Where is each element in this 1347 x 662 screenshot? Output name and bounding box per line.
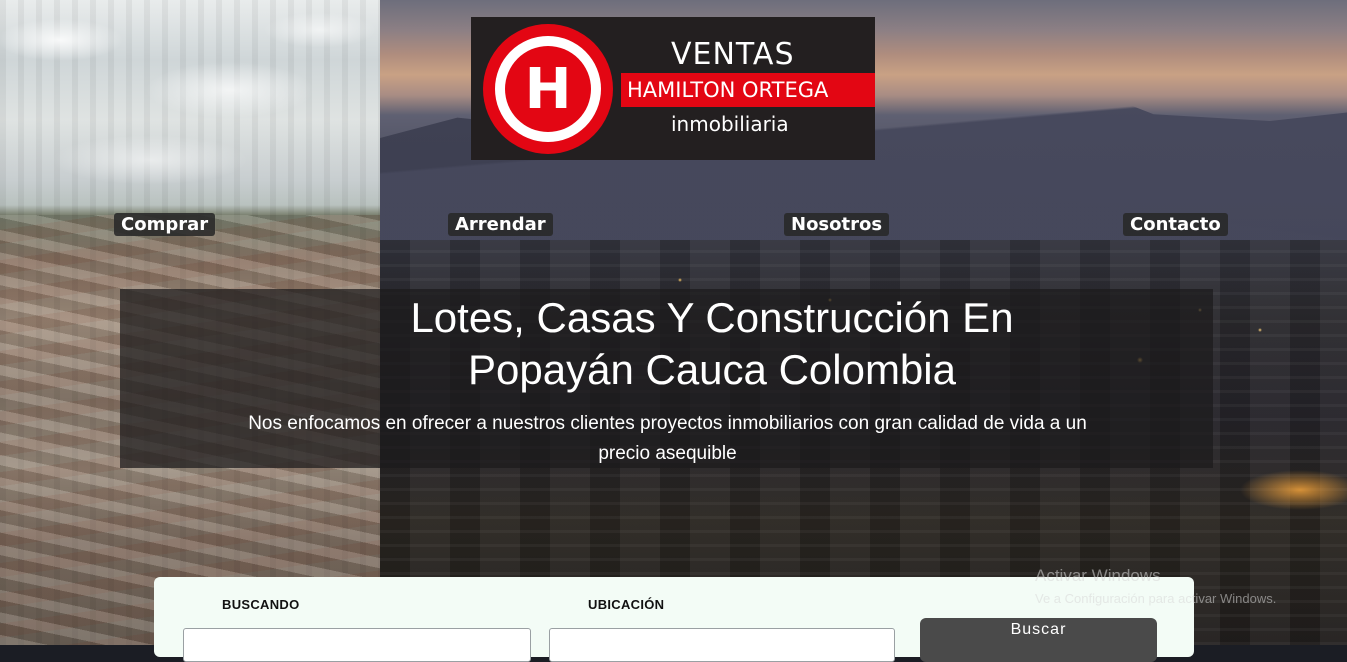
logo[interactable]: H VENTAS HAMILTON ORTEGA inmobiliaria <box>471 17 875 160</box>
search-panel: BUSCANDO UBICACIÓN Buscar <box>154 577 1194 662</box>
hero-subtitle: Nos enfocamos en ofrecer a nuestros clie… <box>248 413 1087 464</box>
hero-banner: Lotes, Casas Y Construcción En Popayán C… <box>120 289 1213 468</box>
hero-title: Lotes, Casas Y Construcción En Popayán C… <box>120 292 1213 396</box>
nav-nosotros[interactable]: Nosotros <box>784 213 890 236</box>
buscando-input[interactable] <box>183 628 531 662</box>
windows-activation-subtitle: Ve a Configuración para activar Windows. <box>1035 591 1277 606</box>
ubicacion-label: UBICACIÓN <box>588 597 665 612</box>
hero-title-line2: Popayán Cauca Colombia <box>468 346 956 393</box>
logo-emblem: H <box>483 24 613 154</box>
nav-comprar[interactable]: Comprar <box>114 213 216 236</box>
ubicacion-input[interactable] <box>549 628 895 662</box>
hero-title-line1: Lotes, Casas Y Construcción En <box>410 294 1014 341</box>
logo-text-inmobiliaria: inmobiliaria <box>671 112 789 136</box>
logo-text-ventas: VENTAS <box>671 37 795 72</box>
windows-activation-title: Activar Windows <box>1035 566 1161 585</box>
logo-monogram: H <box>505 46 591 132</box>
search-button[interactable]: Buscar <box>920 618 1157 662</box>
nav-arrendar[interactable]: Arrendar <box>448 213 553 236</box>
logo-text-name: HAMILTON ORTEGA <box>627 78 829 102</box>
buscando-label: BUSCANDO <box>222 597 300 612</box>
nav-contacto[interactable]: Contacto <box>1123 213 1228 236</box>
